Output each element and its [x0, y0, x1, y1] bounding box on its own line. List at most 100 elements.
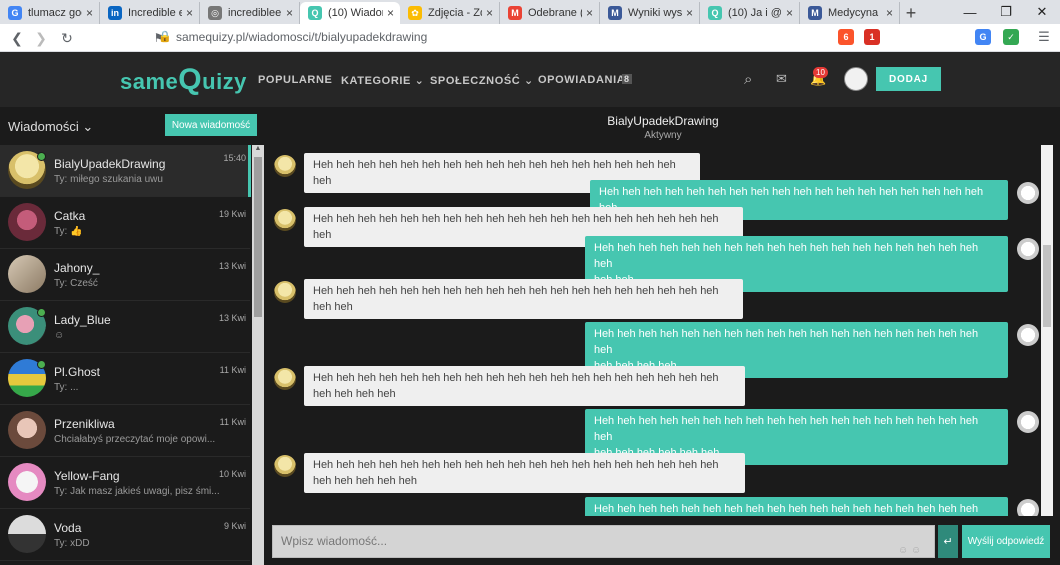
- url-field[interactable]: samequizy.pl/wiadomosci/t/bialyupadekdra…: [176, 30, 427, 44]
- enter-icon[interactable]: ↵: [938, 525, 958, 558]
- incoming-message: Heh heh heh heh heh heh heh heh heh heh …: [304, 453, 745, 493]
- chat-partner-name[interactable]: BialyUpadekDrawing: [266, 114, 1060, 128]
- add-button[interactable]: DODAJ: [876, 67, 941, 91]
- lock-icon: 🔒: [158, 31, 172, 43]
- tab-close-icon[interactable]: ×: [886, 6, 893, 20]
- partner-avatar[interactable]: [274, 455, 296, 477]
- reload-icon[interactable]: ↻: [54, 25, 80, 51]
- conversation-item[interactable]: Przenikliwa Chciałabyś przeczytać moje op…: [0, 405, 250, 457]
- conversation-item[interactable]: BialyUpadekDrawing Ty: miłego szukania uw…: [0, 145, 250, 197]
- extension-alert-icon[interactable]: 1: [864, 29, 880, 45]
- conversation-name: BialyUpadekDrawing: [54, 157, 166, 171]
- conversation-avatar: [8, 411, 46, 449]
- tab-close-icon[interactable]: ×: [786, 6, 793, 20]
- nav-opowiadania[interactable]: OPOWIADANIA: [538, 74, 625, 86]
- tab-close-icon[interactable]: ×: [486, 6, 493, 20]
- tab-close-icon[interactable]: ×: [686, 6, 693, 20]
- online-indicator-icon: [37, 308, 46, 317]
- tab-close-icon[interactable]: ×: [586, 6, 593, 20]
- tab-close-icon[interactable]: ×: [387, 6, 394, 20]
- new-message-button[interactable]: Nowa wiadomość: [165, 114, 257, 136]
- search-icon[interactable]: ⌕: [744, 71, 752, 88]
- conversation-item[interactable]: Jahony_ Ty: Cześć 13 Kwi: [0, 249, 250, 301]
- browser-tab[interactable]: ✿ Zdjęcia - Zdję ×: [400, 2, 500, 24]
- tab-favicon-icon: Q: [708, 6, 722, 20]
- chat-scroll-thumb[interactable]: [1043, 245, 1051, 327]
- message-line: heh heh: [313, 301, 353, 313]
- conversation-name: Voda: [54, 521, 82, 535]
- new-tab-button[interactable]: +: [900, 2, 922, 24]
- brave-shield-icon[interactable]: 6: [838, 29, 854, 45]
- translate-icon[interactable]: G: [975, 29, 991, 45]
- opowiadania-badge: 8: [622, 74, 632, 84]
- message-line: heh heh heh heh: [313, 388, 396, 400]
- partner-avatar[interactable]: [274, 281, 296, 303]
- tab-close-icon[interactable]: ×: [86, 6, 93, 20]
- conversation-name: Jahony_: [54, 261, 100, 275]
- conversation-item[interactable]: Catka Ty: 👍 19 Kwi: [0, 197, 250, 249]
- tab-title: incredibleeng: [228, 7, 282, 19]
- nav-kategorie[interactable]: KATEGORIE ⌄: [341, 74, 424, 87]
- active-conversation-marker: [248, 145, 251, 197]
- tab-close-icon[interactable]: ×: [286, 6, 293, 20]
- own-avatar[interactable]: [1017, 182, 1039, 204]
- conversation-item[interactable]: Pl.Ghost Ty: ... 11 Kwi: [0, 353, 250, 405]
- samequizy-logo[interactable]: sameQuizy: [120, 63, 247, 97]
- chat-partner-status: Aktywny: [644, 130, 682, 141]
- sidebar-scrollbar[interactable]: ▲: [252, 145, 264, 565]
- browser-tab[interactable]: M Medycyna | W ×: [800, 2, 900, 24]
- user-avatar[interactable]: [844, 67, 868, 91]
- incoming-message: Heh heh heh heh heh heh heh heh heh heh …: [304, 279, 743, 319]
- conversation-item[interactable]: Yellow-Fang Ty: Jak masz jakieś uwagi, pi…: [0, 457, 250, 509]
- conversation-item[interactable]: Voda Ty: xDD 9 Kwi: [0, 509, 250, 561]
- conversation-name: Catka: [54, 209, 86, 223]
- mail-icon[interactable]: ✉: [776, 71, 787, 87]
- nav-spolecznosc[interactable]: SPOŁECZNOŚĆ ⌄: [430, 74, 534, 87]
- conversation-avatar: [8, 463, 46, 501]
- conversation-name: Przenikliwa: [54, 417, 115, 431]
- chat-header: BialyUpadekDrawing Aktywny: [266, 107, 1060, 145]
- conversation-preview: Ty: Cześć: [54, 278, 98, 289]
- browser-tab[interactable]: Q (10) Wiadom ×: [300, 2, 400, 24]
- partner-avatar[interactable]: [274, 209, 296, 231]
- nav-popularne[interactable]: POPULARNE: [258, 74, 332, 86]
- browser-tab[interactable]: in Incredible en ×: [100, 2, 200, 24]
- sidebar-scroll-thumb[interactable]: [254, 157, 262, 317]
- messages-dropdown[interactable]: Wiadomości ⌄: [8, 119, 93, 135]
- own-avatar[interactable]: [1017, 411, 1039, 433]
- conversation-preview: ☺: [54, 330, 65, 341]
- conversation-preview: Ty: miłego szukania uwu: [54, 174, 163, 185]
- conversation-time: 13 Kwi: [218, 313, 246, 323]
- tab-close-icon[interactable]: ×: [186, 6, 193, 20]
- message-line: Heh heh heh heh heh heh heh heh heh heh …: [313, 459, 719, 471]
- message-line: Heh heh heh heh heh heh heh heh heh heh …: [313, 372, 719, 384]
- minimize-icon[interactable]: —: [952, 0, 988, 24]
- close-window-icon[interactable]: ✕: [1024, 0, 1060, 24]
- message-input[interactable]: Wpisz wiadomość...: [272, 525, 935, 558]
- conversation-avatar: [8, 515, 46, 553]
- conversation-time: 15:40: [223, 153, 246, 163]
- back-icon[interactable]: ❮: [4, 25, 30, 51]
- conversation-time: 9 Kwi: [223, 521, 246, 531]
- own-avatar[interactable]: [1017, 499, 1039, 516]
- partner-avatar[interactable]: [274, 155, 296, 177]
- emoji-icon[interactable]: ☺ ☺: [898, 545, 921, 556]
- browser-tab[interactable]: M Wyniki wyszu ×: [600, 2, 700, 24]
- conversation-time: 19 Kwi: [218, 209, 246, 219]
- chat-scrollbar[interactable]: [1041, 145, 1053, 516]
- browser-tab[interactable]: ◎ incredibleeng ×: [200, 2, 300, 24]
- scroll-up-icon[interactable]: ▲: [252, 145, 264, 155]
- send-reply-button[interactable]: Wyślij odpowiedź: [962, 525, 1050, 558]
- menu-icon[interactable]: ☰: [1036, 29, 1052, 45]
- forward-icon[interactable]: ❯: [28, 25, 54, 51]
- partner-avatar[interactable]: [274, 368, 296, 390]
- browser-tab[interactable]: Q (10) Ja i @ag ×: [700, 2, 800, 24]
- maximize-icon[interactable]: ❐: [988, 0, 1024, 24]
- browser-tab[interactable]: M Odebrane (2) ×: [500, 2, 600, 24]
- conversation-item[interactable]: Lady_Blue ☺ 13 Kwi: [0, 301, 250, 353]
- browser-tab[interactable]: Gtlumacz goog ×: [0, 2, 100, 24]
- own-avatar[interactable]: [1017, 324, 1039, 346]
- own-avatar[interactable]: [1017, 238, 1039, 260]
- conversation-name: Lady_Blue: [54, 313, 111, 327]
- extension-icon[interactable]: ✓: [1003, 29, 1019, 45]
